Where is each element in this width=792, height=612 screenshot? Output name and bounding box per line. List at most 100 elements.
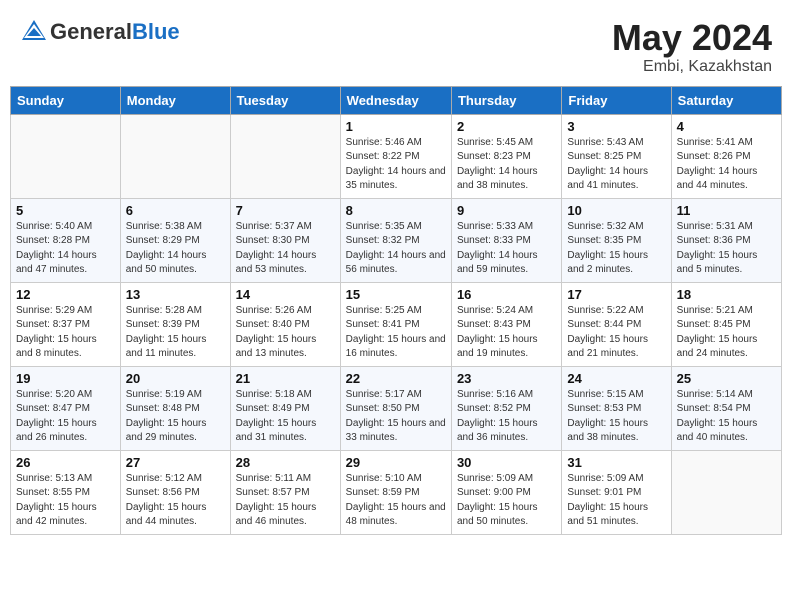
calendar-cell: 16 Sunrise: 5:24 AMSunset: 8:43 PMDayligh… [451,282,561,366]
weekday-header-thursday: Thursday [451,86,561,114]
day-info: Sunrise: 5:45 AMSunset: 8:23 PMDaylight:… [457,136,556,194]
day-number: 13 [126,287,225,302]
month-title: May 2024 [612,18,772,58]
calendar-cell: 27Sunrise: 5:12 AMSunset: 8:56 PMDayligh… [120,450,230,534]
day-info: Sunrise: 5:15 AMSunset: 8:53 PMDaylight:… [567,388,665,446]
calendar-header-row: SundayMondayTuesdayWednesdayThursdayFrid… [11,86,782,114]
day-number: 26 [16,455,115,470]
day-number: 21 [236,371,335,386]
day-number: 30 [457,455,556,470]
calendar-cell: 25 Sunrise: 5:14 AMSunset: 8:54 PMDayligh… [671,366,781,450]
day-info: Sunrise: 5:09 AMSunset: 9:01 PMDaylight:… [567,472,665,530]
day-number: 25 [677,371,776,386]
day-info: Sunrise: 5:25 AMSunset: 8:41 PMDaylight:… [346,304,446,362]
calendar-cell [230,114,340,198]
calendar-cell [120,114,230,198]
weekday-header-wednesday: Wednesday [340,86,451,114]
day-number: 10 [567,203,665,218]
day-number: 18 [677,287,776,302]
day-info: Sunrise: 5:16 AMSunset: 8:52 PMDaylight:… [457,388,556,446]
day-number: 31 [567,455,665,470]
logo-icon [20,18,48,46]
calendar-cell: 15 Sunrise: 5:25 AMSunset: 8:41 PMDayligh… [340,282,451,366]
calendar-cell: 5 Sunrise: 5:40 AMSunset: 8:28 PMDaylight… [11,198,121,282]
day-info: Sunrise: 5:28 AMSunset: 8:39 PMDaylight:… [126,304,225,362]
day-info: Sunrise: 5:37 AMSunset: 8:30 PMDaylight:… [236,220,335,278]
day-number: 14 [236,287,335,302]
calendar-week-row: 5 Sunrise: 5:40 AMSunset: 8:28 PMDaylight… [11,198,782,282]
day-number: 22 [346,371,446,386]
calendar-week-row: 1 Sunrise: 5:46 AMSunset: 8:22 PMDaylight… [11,114,782,198]
calendar-cell: 1 Sunrise: 5:46 AMSunset: 8:22 PMDaylight… [340,114,451,198]
calendar-cell: 19 Sunrise: 5:20 AMSunset: 8:47 PMDayligh… [11,366,121,450]
logo-blue-text: Blue [132,19,180,44]
calendar-week-row: 12 Sunrise: 5:29 AMSunset: 8:37 PMDayligh… [11,282,782,366]
day-info: Sunrise: 5:22 AMSunset: 8:44 PMDaylight:… [567,304,665,362]
day-number: 1 [346,119,446,134]
day-info: Sunrise: 5:46 AMSunset: 8:22 PMDaylight:… [346,136,446,194]
day-number: 19 [16,371,115,386]
calendar-cell: 11Sunrise: 5:31 AMSunset: 8:36 PMDayligh… [671,198,781,282]
day-info: Sunrise: 5:31 AMSunset: 8:36 PMDaylight:… [677,220,776,278]
day-info: Sunrise: 5:33 AMSunset: 8:33 PMDaylight:… [457,220,556,278]
location-title: Embi, Kazakhstan [612,58,772,76]
title-block: May 2024 Embi, Kazakhstan [612,18,772,76]
day-info: Sunrise: 5:43 AMSunset: 8:25 PMDaylight:… [567,136,665,194]
calendar-cell: 22Sunrise: 5:17 AMSunset: 8:50 PMDayligh… [340,366,451,450]
day-info: Sunrise: 5:24 AMSunset: 8:43 PMDaylight:… [457,304,556,362]
calendar-cell: 20Sunrise: 5:19 AMSunset: 8:48 PMDayligh… [120,366,230,450]
calendar-cell: 12 Sunrise: 5:29 AMSunset: 8:37 PMDayligh… [11,282,121,366]
weekday-header-monday: Monday [120,86,230,114]
logo: GeneralBlue [20,18,180,46]
calendar-cell [671,450,781,534]
day-number: 2 [457,119,556,134]
calendar-cell: 6 Sunrise: 5:38 AMSunset: 8:29 PMDaylight… [120,198,230,282]
calendar-cell: 30Sunrise: 5:09 AMSunset: 9:00 PMDayligh… [451,450,561,534]
day-info: Sunrise: 5:32 AMSunset: 8:35 PMDaylight:… [567,220,665,278]
calendar-cell: 18 Sunrise: 5:21 AMSunset: 8:45 PMDayligh… [671,282,781,366]
day-info: Sunrise: 5:14 AMSunset: 8:54 PMDaylight:… [677,388,776,446]
day-info: Sunrise: 5:13 AMSunset: 8:55 PMDaylight:… [16,472,115,530]
day-number: 3 [567,119,665,134]
calendar-cell: 26 Sunrise: 5:13 AMSunset: 8:55 PMDayligh… [11,450,121,534]
calendar-cell: 4Sunrise: 5:41 AMSunset: 8:26 PMDaylight… [671,114,781,198]
calendar-cell: 29 Sunrise: 5:10 AMSunset: 8:59 PMDayligh… [340,450,451,534]
day-number: 6 [126,203,225,218]
day-number: 9 [457,203,556,218]
calendar-table: SundayMondayTuesdayWednesdayThursdayFrid… [10,86,782,535]
day-info: Sunrise: 5:18 AMSunset: 8:49 PMDaylight:… [236,388,335,446]
day-info: Sunrise: 5:35 AMSunset: 8:32 PMDaylight:… [346,220,446,278]
day-info: Sunrise: 5:38 AMSunset: 8:29 PMDaylight:… [126,220,225,278]
calendar-cell: 8Sunrise: 5:35 AMSunset: 8:32 PMDaylight… [340,198,451,282]
day-number: 7 [236,203,335,218]
day-info: Sunrise: 5:10 AMSunset: 8:59 PMDaylight:… [346,472,446,530]
day-info: Sunrise: 5:40 AMSunset: 8:28 PMDaylight:… [16,220,115,278]
calendar-cell: 24 Sunrise: 5:15 AMSunset: 8:53 PMDayligh… [562,366,671,450]
day-number: 17 [567,287,665,302]
calendar-cell: 21 Sunrise: 5:18 AMSunset: 8:49 PMDayligh… [230,366,340,450]
weekday-header-friday: Friday [562,86,671,114]
weekday-header-tuesday: Tuesday [230,86,340,114]
calendar-cell [11,114,121,198]
day-info: Sunrise: 5:21 AMSunset: 8:45 PMDaylight:… [677,304,776,362]
day-number: 28 [236,455,335,470]
day-number: 27 [126,455,225,470]
day-info: Sunrise: 5:20 AMSunset: 8:47 PMDaylight:… [16,388,115,446]
calendar-cell: 9 Sunrise: 5:33 AMSunset: 8:33 PMDaylight… [451,198,561,282]
day-number: 15 [346,287,446,302]
day-number: 24 [567,371,665,386]
calendar-cell: 28 Sunrise: 5:11 AMSunset: 8:57 PMDayligh… [230,450,340,534]
calendar-cell: 10 Sunrise: 5:32 AMSunset: 8:35 PMDayligh… [562,198,671,282]
page-header: GeneralBlue May 2024 Embi, Kazakhstan [10,10,782,80]
calendar-cell: 13 Sunrise: 5:28 AMSunset: 8:39 PMDayligh… [120,282,230,366]
weekday-header-saturday: Saturday [671,86,781,114]
day-number: 12 [16,287,115,302]
day-number: 29 [346,455,446,470]
day-number: 5 [16,203,115,218]
day-info: Sunrise: 5:19 AMSunset: 8:48 PMDaylight:… [126,388,225,446]
logo-general-text: General [50,19,132,44]
day-info: Sunrise: 5:29 AMSunset: 8:37 PMDaylight:… [16,304,115,362]
day-info: Sunrise: 5:11 AMSunset: 8:57 PMDaylight:… [236,472,335,530]
day-number: 16 [457,287,556,302]
day-info: Sunrise: 5:26 AMSunset: 8:40 PMDaylight:… [236,304,335,362]
